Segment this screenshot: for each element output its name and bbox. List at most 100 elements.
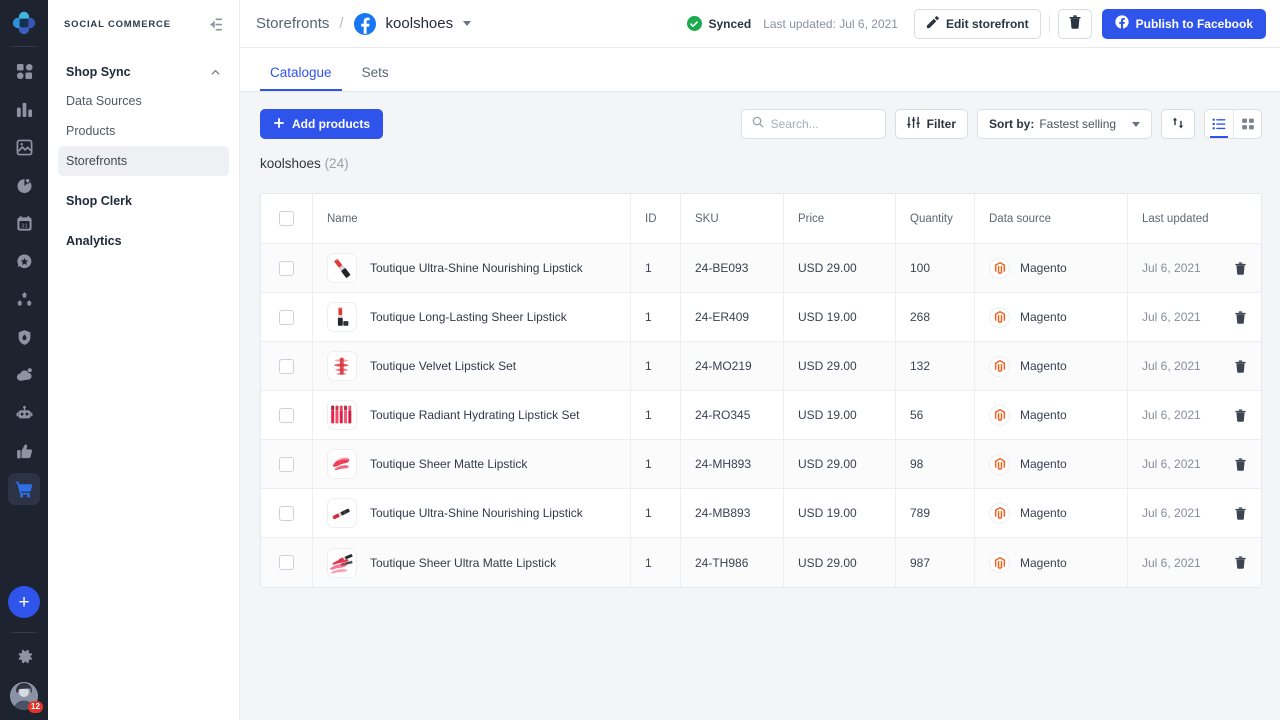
sort-by-value: Fastest selling bbox=[1039, 117, 1117, 131]
column-header-price[interactable]: Price bbox=[784, 194, 896, 243]
trash-icon[interactable] bbox=[1234, 408, 1247, 422]
select-all-cell bbox=[261, 194, 313, 243]
data-source-label: Magento bbox=[1020, 555, 1067, 570]
breadcrumb-current: koolshoes bbox=[385, 15, 454, 32]
filter-button[interactable]: Filter bbox=[894, 109, 968, 139]
sidebar-item-label: Storefronts bbox=[66, 154, 128, 168]
cell-price: USD 29.00 bbox=[784, 342, 896, 390]
chevron-down-icon[interactable] bbox=[463, 21, 472, 26]
sort-by-label: Sort by: bbox=[989, 117, 1035, 131]
product-thumbnail bbox=[327, 547, 357, 578]
plus-icon bbox=[273, 117, 285, 132]
top-bar: Storefronts / koolshoes Synced Last upda… bbox=[240, 0, 1280, 48]
cell-price: USD 19.00 bbox=[784, 391, 896, 439]
trash-icon[interactable] bbox=[1234, 506, 1247, 520]
data-source-label: Magento bbox=[1020, 310, 1067, 324]
trash-icon[interactable] bbox=[1234, 261, 1247, 275]
product-name: Toutique Long-Lasting Sheer Lipstick bbox=[370, 310, 567, 324]
products-table: Name ID SKU Price Quantity Data source L… bbox=[260, 193, 1262, 588]
cell-quantity: 98 bbox=[896, 440, 975, 488]
table-row[interactable]: Toutique Radiant Hydrating Lipstick Set 1… bbox=[261, 391, 1261, 440]
cell-last-updated: Jul 6, 2021 bbox=[1128, 293, 1261, 341]
cell-data-source: Magento bbox=[975, 391, 1128, 439]
product-thumbnail bbox=[327, 498, 357, 528]
column-header-sku[interactable]: SKU bbox=[681, 194, 784, 243]
trash-icon[interactable] bbox=[1234, 359, 1247, 373]
cell-sku: 24-RO345 bbox=[681, 391, 784, 439]
avatar[interactable]: 12 bbox=[10, 682, 43, 713]
pencil-icon bbox=[926, 15, 939, 32]
add-products-button[interactable]: Add products bbox=[260, 109, 383, 139]
select-all-checkbox[interactable] bbox=[279, 211, 294, 226]
last-updated-value: Jul 6, 2021 bbox=[1142, 310, 1201, 324]
pie-chart-icon[interactable] bbox=[8, 169, 40, 201]
sidebar-group-shop-sync[interactable]: Shop Sync bbox=[58, 58, 229, 86]
row-checkbox[interactable] bbox=[279, 505, 294, 521]
gear-icon[interactable] bbox=[15, 647, 34, 666]
trash-icon[interactable] bbox=[1234, 556, 1247, 569]
image-icon[interactable] bbox=[8, 131, 40, 163]
edit-storefront-button[interactable]: Edit storefront bbox=[913, 8, 1041, 39]
publish-to-facebook-button[interactable]: Publish to Facebook bbox=[1101, 8, 1266, 39]
sidebar-item-data-sources[interactable]: Data Sources bbox=[58, 86, 229, 116]
clover-logo bbox=[10, 9, 38, 37]
dashboard-icon[interactable] bbox=[8, 55, 40, 87]
sidebar-title: SOCIAL COMMERCE bbox=[64, 18, 171, 30]
table-row[interactable]: Toutique Ultra-Shine Nourishing Lipstick… bbox=[261, 244, 1261, 293]
sidebar-item-products[interactable]: Products bbox=[58, 116, 229, 146]
shield-icon[interactable] bbox=[8, 321, 40, 353]
search-box[interactable] bbox=[740, 109, 886, 139]
table-row[interactable]: Toutique Ultra-Shine Nourishing Lipstick… bbox=[261, 489, 1261, 538]
star-message-icon[interactable] bbox=[8, 245, 40, 277]
row-checkbox[interactable] bbox=[279, 456, 294, 472]
sidebar-group-label: Shop Sync bbox=[66, 65, 131, 79]
tab-sets[interactable]: Sets bbox=[352, 65, 399, 91]
collapse-sidebar-icon[interactable] bbox=[208, 17, 223, 32]
thumbs-up-icon[interactable] bbox=[8, 435, 40, 467]
table-row[interactable]: Toutique Velvet Lipstick Set 1 24-MO219 USD… bbox=[261, 342, 1261, 391]
trash-icon[interactable] bbox=[1234, 457, 1247, 471]
sort-direction-icon bbox=[1171, 116, 1185, 133]
magento-icon bbox=[989, 306, 1010, 328]
product-name: Toutique Sheer Ultra Matte Lipstick bbox=[370, 555, 557, 570]
cloud-icon[interactable] bbox=[8, 359, 40, 391]
column-header-name[interactable]: Name bbox=[313, 194, 631, 243]
product-name: Toutique Radiant Hydrating Lipstick Set bbox=[370, 408, 580, 422]
delete-storefront-button[interactable] bbox=[1057, 8, 1092, 39]
row-select-cell bbox=[261, 244, 313, 292]
row-checkbox[interactable] bbox=[279, 309, 294, 325]
sidebar-item-storefronts[interactable]: Storefronts bbox=[58, 146, 229, 176]
row-checkbox[interactable] bbox=[279, 358, 294, 374]
sidebar-item-label: Products bbox=[66, 124, 116, 138]
sidebar-item-shop-clerk[interactable]: Shop Clerk bbox=[58, 186, 229, 216]
column-header-data-source[interactable]: Data source bbox=[975, 194, 1128, 243]
table-row[interactable]: Toutique Sheer Ultra Matte Lipstick 1 24-T… bbox=[261, 538, 1261, 587]
hierarchy-icon[interactable] bbox=[8, 283, 40, 315]
sort-direction-button[interactable] bbox=[1161, 109, 1195, 139]
breadcrumb-root[interactable]: Storefronts bbox=[256, 15, 329, 32]
grid-view-icon[interactable] bbox=[1233, 110, 1261, 138]
sidebar-item-analytics[interactable]: Analytics bbox=[58, 226, 229, 256]
sort-by-dropdown[interactable]: Sort by: Fastest selling bbox=[977, 109, 1152, 139]
column-header-id[interactable]: ID bbox=[631, 194, 681, 243]
row-checkbox[interactable] bbox=[279, 407, 294, 423]
column-header-last-updated[interactable]: Last updated bbox=[1128, 194, 1261, 243]
add-products-label: Add products bbox=[292, 117, 370, 131]
cell-sku: 24-BE093 bbox=[681, 244, 784, 292]
table-row[interactable]: Toutique Sheer Matte Lipstick 1 24-MH893 US… bbox=[261, 440, 1261, 489]
robot-icon[interactable] bbox=[8, 397, 40, 429]
calendar-icon[interactable]: 31 bbox=[8, 207, 40, 239]
column-header-quantity[interactable]: Quantity bbox=[896, 194, 975, 243]
trash-icon[interactable] bbox=[1234, 310, 1247, 324]
shopping-cart-icon[interactable] bbox=[8, 473, 40, 505]
table-header-row: Name ID SKU Price Quantity Data source L… bbox=[261, 194, 1261, 244]
tab-catalogue[interactable]: Catalogue bbox=[260, 65, 342, 91]
table-row[interactable]: Toutique Long-Lasting Sheer Lipstick 1 24-… bbox=[261, 293, 1261, 342]
app-root: 31 + 12 SOCIAL COMMERCE Shop Sync Data S… bbox=[0, 0, 1280, 720]
row-checkbox[interactable] bbox=[279, 260, 294, 276]
row-checkbox[interactable] bbox=[279, 555, 294, 570]
bar-chart-icon[interactable] bbox=[8, 93, 40, 125]
add-button[interactable]: + bbox=[8, 586, 40, 618]
list-view-icon[interactable] bbox=[1205, 110, 1233, 138]
search-input[interactable] bbox=[770, 117, 875, 131]
